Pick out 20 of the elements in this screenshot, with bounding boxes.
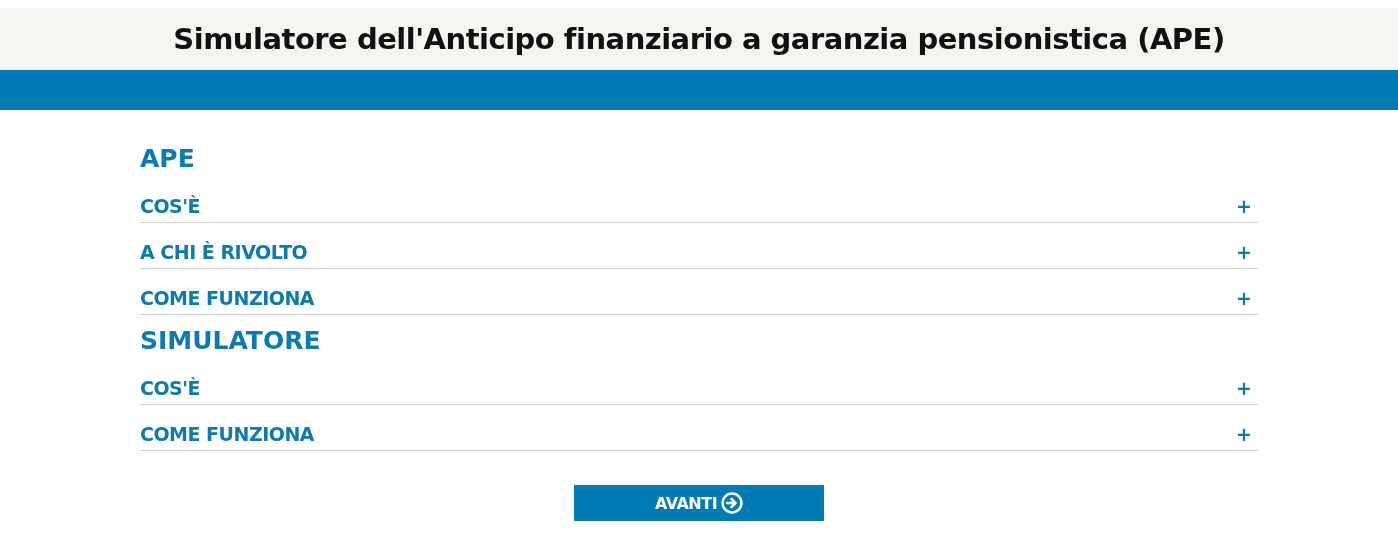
section-heading: APE: [140, 143, 196, 175]
expand-toggle: +: [1236, 376, 1252, 399]
arrow-circle-icon: [721, 492, 744, 514]
expand-toggle: +: [1236, 240, 1252, 263]
accordion-row[interactable]: COS'È +: [140, 359, 1258, 405]
expand-toggle: +: [1236, 286, 1252, 309]
accordion-row[interactable]: COS'È +: [140, 177, 1258, 223]
accordion-label: COME FUNZIONA: [140, 286, 314, 309]
expand-toggle: +: [1236, 194, 1252, 217]
next-button[interactable]: AVANTI: [574, 485, 824, 521]
accordion-label: A CHI È RIVOLTO: [140, 240, 308, 263]
accordion-row[interactable]: A CHI È RIVOLTO +: [140, 223, 1258, 269]
accordion-label: COME FUNZIONA: [140, 422, 314, 445]
accordion-row[interactable]: COME FUNZIONA +: [140, 269, 1258, 315]
section-heading: SIMULATORE: [140, 325, 322, 357]
page-title: Simulatore dell'Anticipo finanziario a garanzia pensionistica (APE): [173, 22, 1225, 56]
accordion-row[interactable]: COME FUNZIONA +: [140, 405, 1258, 451]
accordion-label: COS'È: [140, 194, 201, 217]
expand-toggle: +: [1236, 422, 1252, 445]
accordion-label: COS'È: [140, 376, 201, 399]
